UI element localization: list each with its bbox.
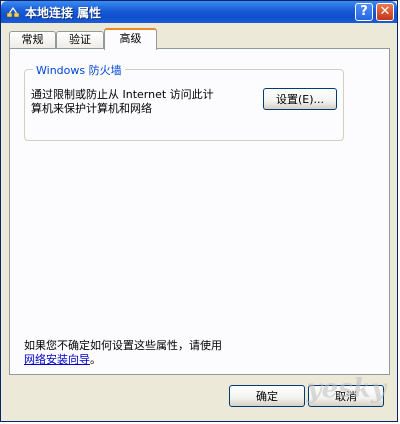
properties-dialog: 本地连接 属性 ? ✕ 常规 验证 高级 Windows 防火墙 通过限制或防止… [0,0,398,422]
cancel-button[interactable]: 取消 [308,385,384,407]
ok-button[interactable]: 确定 [229,385,305,407]
firewall-description: 通过限制或防止从 Internet 访问此计 算机来保护计算机和网络 [31,88,251,116]
window-title: 本地连接 属性 [25,6,102,20]
title-bar[interactable]: 本地连接 属性 ? ✕ [1,1,397,23]
advanced-tab-panel: Windows 防火墙 通过限制或防止从 Internet 访问此计 算机来保护… [9,48,390,375]
close-button[interactable]: ✕ [376,3,394,21]
help-info-text: 如果您不确定如何设置这些属性，请使用 网络安装向导。 [24,339,222,367]
network-setup-wizard-link[interactable]: 网络安装向导 [24,353,90,366]
help-info-line-2: 网络安装向导。 [24,353,222,367]
firewall-groupbox: Windows 防火墙 通过限制或防止从 Internet 访问此计 算机来保护… [24,62,344,141]
help-info-line: 如果您不确定如何设置这些属性，请使用 [24,339,222,352]
tab-authentication[interactable]: 验证 [56,31,104,49]
tab-advanced[interactable]: 高级 [104,28,157,50]
help-info-suffix: 。 [90,353,101,366]
settings-button[interactable]: 设置(E)... [263,88,337,110]
help-button[interactable]: ? [355,3,373,21]
firewall-description-line-2: 算机来保护计算机和网络 [31,102,152,115]
tab-strip: 常规 验证 高级 [1,27,397,50]
firewall-group-title: Windows 防火墙 [33,62,125,78]
network-connection-icon [6,6,20,18]
tab-general[interactable]: 常规 [9,31,56,49]
firewall-description-line-1: 通过限制或防止从 Internet 访问此计 [31,88,214,101]
